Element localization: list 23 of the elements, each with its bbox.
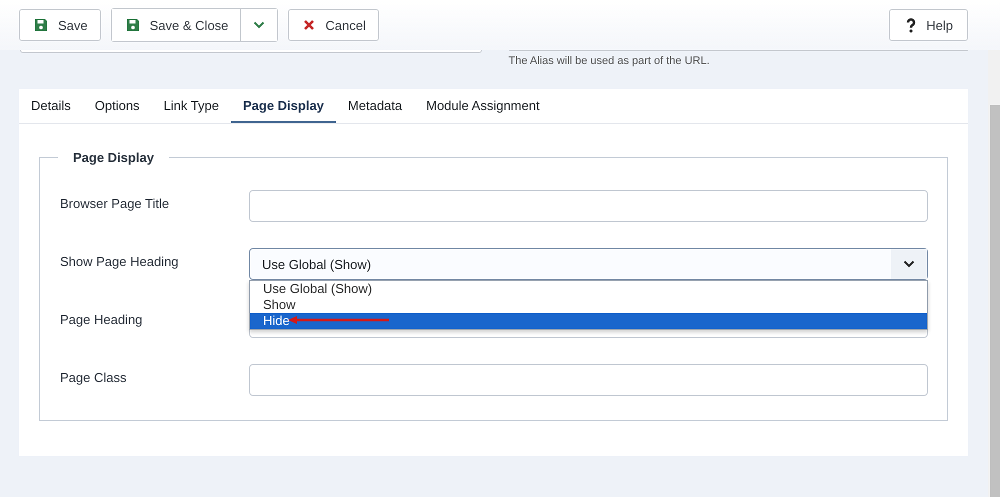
fieldset-legend: Page Display bbox=[58, 150, 169, 165]
dropdown-option[interactable]: Hide bbox=[250, 313, 927, 329]
question-mark-icon bbox=[906, 18, 916, 32]
select-field[interactable]: Use Global (Show) bbox=[249, 248, 928, 280]
field-hint: The Alias will be used as part of the URL. bbox=[508, 55, 711, 67]
input-field[interactable] bbox=[20, 50, 482, 53]
field-label: Page Heading bbox=[60, 311, 144, 327]
dropdown-option[interactable]: Show bbox=[250, 297, 927, 313]
help-button[interactable]: Help bbox=[889, 9, 968, 41]
field-label: Browser Page Title bbox=[60, 195, 170, 211]
select-value: Use Global (Show) bbox=[261, 256, 372, 272]
dropdown-toggle[interactable] bbox=[240, 9, 278, 41]
cancel-button[interactable]: Cancel bbox=[288, 9, 379, 41]
save-button[interactable]: Save bbox=[19, 9, 101, 41]
chevron-down-icon bbox=[253, 21, 266, 29]
close-icon bbox=[303, 19, 316, 31]
field-label: Show Page Heading bbox=[60, 253, 180, 269]
scrollbar-thumb[interactable] bbox=[990, 105, 1000, 497]
field-label: Page Class bbox=[60, 369, 128, 385]
dropdown-option[interactable]: Use Global (Show) bbox=[250, 281, 927, 297]
chevron-down-icon bbox=[903, 260, 915, 268]
input-field[interactable] bbox=[249, 190, 928, 222]
input-field[interactable] bbox=[249, 364, 928, 396]
